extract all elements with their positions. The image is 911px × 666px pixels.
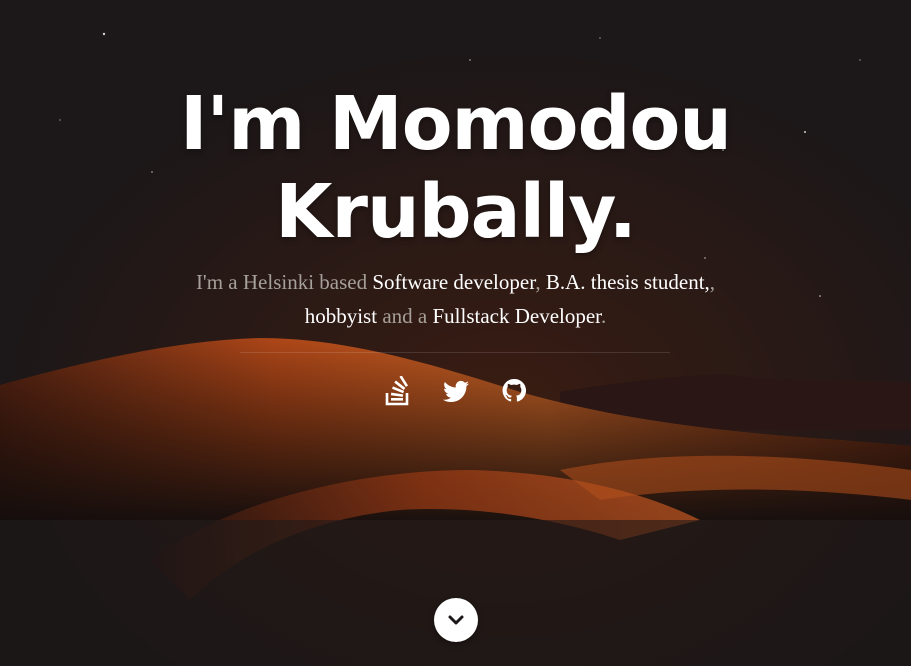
page-title: I'm Momodou Krubally. [0,80,911,256]
chevron-down-icon [448,615,464,625]
intro-sep-3: and a [377,304,433,328]
role-fullstack-developer: Fullstack Developer [432,304,602,328]
twitter-icon [442,380,469,403]
role-hobbyist: hobbyist [304,304,378,328]
role-thesis-student: B.A. thesis student, [545,270,710,294]
hero-section: I'm Momodou Krubally. I'm a Helsinki bas… [0,0,911,666]
social-links [0,376,911,410]
intro-prefix: I'm a Helsinki based [195,270,373,294]
stackoverflow-icon [385,376,408,406]
intro-text: I'm a Helsinki based Software developer,… [196,265,716,333]
role-software-developer: Software developer [372,270,536,294]
divider [240,352,670,353]
stackoverflow-link[interactable] [384,376,412,406]
intro-sep-2: , [709,270,716,294]
hero-content: I'm Momodou Krubally. I'm a Helsinki bas… [0,0,911,666]
title-line-1: I'm Momodou [180,81,732,167]
intro-suffix: . [601,304,607,328]
title-line-2: Krubally. [275,169,637,255]
scroll-down-button[interactable] [434,598,478,642]
twitter-link[interactable] [442,376,470,406]
github-icon [502,378,526,402]
intro-sep-1: , [535,270,546,294]
github-link[interactable] [500,376,528,406]
